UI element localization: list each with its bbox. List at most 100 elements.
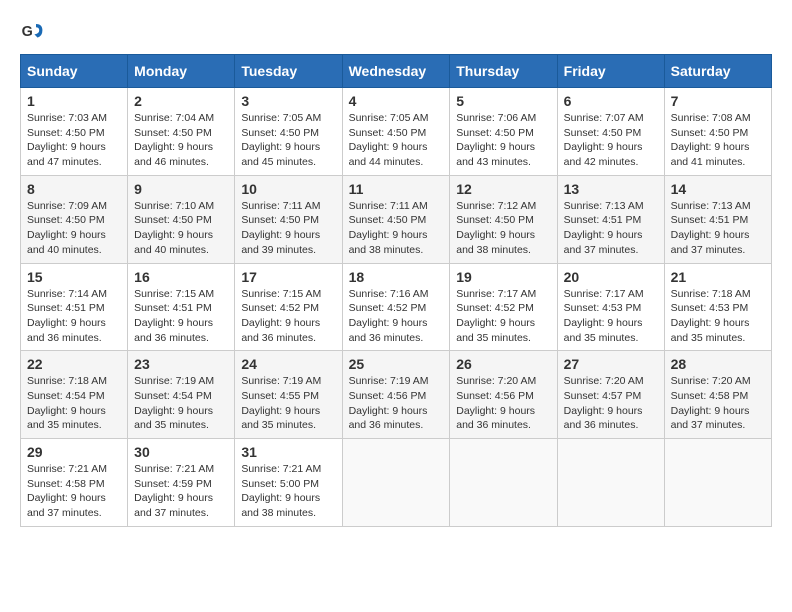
calendar-header-monday: Monday xyxy=(128,55,235,88)
calendar-cell: 28Sunrise: 7:20 AM Sunset: 4:58 PM Dayli… xyxy=(664,351,771,439)
day-number: 14 xyxy=(671,181,765,197)
calendar-header-saturday: Saturday xyxy=(664,55,771,88)
calendar-cell: 20Sunrise: 7:17 AM Sunset: 4:53 PM Dayli… xyxy=(557,263,664,351)
calendar-week-row: 8 Sunrise: 7:09 AM Sunset: 4:50 PM Daylig… xyxy=(21,175,772,263)
day-info: Sunrise: 7:17 AM Sunset: 4:52 PM Dayligh… xyxy=(456,287,550,346)
day-info: Sunrise: 7:06 AM Sunset: 4:50 PM Dayligh… xyxy=(456,111,550,170)
day-number: 10 xyxy=(241,181,335,197)
calendar-cell: 27Sunrise: 7:20 AM Sunset: 4:57 PM Dayli… xyxy=(557,351,664,439)
day-info: Sunrise: 7:16 AM Sunset: 4:52 PM Dayligh… xyxy=(349,287,444,346)
calendar-cell: 15 Sunrise: 7:14 AM Sunset: 4:51 PM Dayli… xyxy=(21,263,128,351)
day-number: 7 xyxy=(671,93,765,109)
calendar-cell: 13 Sunrise: 7:13 AM Sunset: 4:51 PM Dayli… xyxy=(557,175,664,263)
day-number: 5 xyxy=(456,93,550,109)
day-info: Sunrise: 7:08 AM Sunset: 4:50 PM Dayligh… xyxy=(671,111,765,170)
day-number: 19 xyxy=(456,269,550,285)
day-info: Sunrise: 7:18 AM Sunset: 4:53 PM Dayligh… xyxy=(671,287,765,346)
day-info: Sunrise: 7:12 AM Sunset: 4:50 PM Dayligh… xyxy=(456,199,550,258)
page-header: G xyxy=(20,20,772,44)
calendar-cell xyxy=(664,439,771,527)
calendar-cell: 30Sunrise: 7:21 AM Sunset: 4:59 PM Dayli… xyxy=(128,439,235,527)
calendar-cell: 10 Sunrise: 7:11 AM Sunset: 4:50 PM Dayli… xyxy=(235,175,342,263)
calendar-cell xyxy=(557,439,664,527)
day-info: Sunrise: 7:07 AM Sunset: 4:50 PM Dayligh… xyxy=(564,111,658,170)
calendar-cell: 2 Sunrise: 7:04 AM Sunset: 4:50 PM Daylig… xyxy=(128,88,235,176)
day-info: Sunrise: 7:14 AM Sunset: 4:51 PM Dayligh… xyxy=(27,287,121,346)
day-number: 30 xyxy=(134,444,228,460)
day-number: 23 xyxy=(134,356,228,372)
calendar-cell: 23 Sunrise: 7:19 AM Sunset: 4:54 PM Dayli… xyxy=(128,351,235,439)
day-number: 6 xyxy=(564,93,658,109)
day-info: Sunrise: 7:04 AM Sunset: 4:50 PM Dayligh… xyxy=(134,111,228,170)
day-number: 17 xyxy=(241,269,335,285)
calendar-cell: 14 Sunrise: 7:13 AM Sunset: 4:51 PM Dayli… xyxy=(664,175,771,263)
day-info: Sunrise: 7:03 AM Sunset: 4:50 PM Dayligh… xyxy=(27,111,121,170)
day-number: 12 xyxy=(456,181,550,197)
calendar-cell: 7 Sunrise: 7:08 AM Sunset: 4:50 PM Daylig… xyxy=(664,88,771,176)
day-info: Sunrise: 7:09 AM Sunset: 4:50 PM Dayligh… xyxy=(27,199,121,258)
day-number: 25 xyxy=(349,356,444,372)
calendar-cell: 3 Sunrise: 7:05 AM Sunset: 4:50 PM Daylig… xyxy=(235,88,342,176)
day-info: Sunrise: 7:11 AM Sunset: 4:50 PM Dayligh… xyxy=(241,199,335,258)
day-number: 16 xyxy=(134,269,228,285)
logo: G xyxy=(20,20,48,44)
day-info: Sunrise: 7:18 AM Sunset: 4:54 PM Dayligh… xyxy=(27,374,121,433)
calendar-cell: 18 Sunrise: 7:16 AM Sunset: 4:52 PM Dayli… xyxy=(342,263,450,351)
calendar-cell: 16 Sunrise: 7:15 AM Sunset: 4:51 PM Dayli… xyxy=(128,263,235,351)
day-info: Sunrise: 7:19 AM Sunset: 4:56 PM Dayligh… xyxy=(349,374,444,433)
day-number: 9 xyxy=(134,181,228,197)
calendar-header-row: SundayMondayTuesdayWednesdayThursdayFrid… xyxy=(21,55,772,88)
day-number: 18 xyxy=(349,269,444,285)
day-info: Sunrise: 7:19 AM Sunset: 4:55 PM Dayligh… xyxy=(241,374,335,433)
calendar-cell: 24 Sunrise: 7:19 AM Sunset: 4:55 PM Dayli… xyxy=(235,351,342,439)
calendar-cell: 1 Sunrise: 7:03 AM Sunset: 4:50 PM Daylig… xyxy=(21,88,128,176)
calendar-week-row: 29Sunrise: 7:21 AM Sunset: 4:58 PM Dayli… xyxy=(21,439,772,527)
day-info: Sunrise: 7:15 AM Sunset: 4:51 PM Dayligh… xyxy=(134,287,228,346)
day-info: Sunrise: 7:17 AM Sunset: 4:53 PM Dayligh… xyxy=(564,287,658,346)
calendar-cell: 12 Sunrise: 7:12 AM Sunset: 4:50 PM Dayli… xyxy=(450,175,557,263)
day-number: 3 xyxy=(241,93,335,109)
day-number: 11 xyxy=(349,181,444,197)
day-info: Sunrise: 7:21 AM Sunset: 4:58 PM Dayligh… xyxy=(27,462,121,521)
calendar-cell: 25 Sunrise: 7:19 AM Sunset: 4:56 PM Dayli… xyxy=(342,351,450,439)
day-info: Sunrise: 7:10 AM Sunset: 4:50 PM Dayligh… xyxy=(134,199,228,258)
calendar-cell: 22Sunrise: 7:18 AM Sunset: 4:54 PM Dayli… xyxy=(21,351,128,439)
calendar-header-friday: Friday xyxy=(557,55,664,88)
calendar-header-tuesday: Tuesday xyxy=(235,55,342,88)
calendar-cell: 31Sunrise: 7:21 AM Sunset: 5:00 PM Dayli… xyxy=(235,439,342,527)
calendar-header-wednesday: Wednesday xyxy=(342,55,450,88)
day-info: Sunrise: 7:13 AM Sunset: 4:51 PM Dayligh… xyxy=(671,199,765,258)
day-info: Sunrise: 7:15 AM Sunset: 4:52 PM Dayligh… xyxy=(241,287,335,346)
calendar-cell: 21 Sunrise: 7:18 AM Sunset: 4:53 PM Dayli… xyxy=(664,263,771,351)
day-number: 2 xyxy=(134,93,228,109)
day-number: 21 xyxy=(671,269,765,285)
day-number: 1 xyxy=(27,93,121,109)
day-number: 8 xyxy=(27,181,121,197)
calendar-cell xyxy=(342,439,450,527)
day-number: 28 xyxy=(671,356,765,372)
day-info: Sunrise: 7:19 AM Sunset: 4:54 PM Dayligh… xyxy=(134,374,228,433)
calendar-cell: 11 Sunrise: 7:11 AM Sunset: 4:50 PM Dayli… xyxy=(342,175,450,263)
calendar-cell: 6 Sunrise: 7:07 AM Sunset: 4:50 PM Daylig… xyxy=(557,88,664,176)
calendar-week-row: 1 Sunrise: 7:03 AM Sunset: 4:50 PM Daylig… xyxy=(21,88,772,176)
calendar-cell xyxy=(450,439,557,527)
calendar-cell: 17 Sunrise: 7:15 AM Sunset: 4:52 PM Dayli… xyxy=(235,263,342,351)
day-number: 26 xyxy=(456,356,550,372)
day-info: Sunrise: 7:20 AM Sunset: 4:56 PM Dayligh… xyxy=(456,374,550,433)
calendar-cell: 26 Sunrise: 7:20 AM Sunset: 4:56 PM Dayli… xyxy=(450,351,557,439)
calendar-header-sunday: Sunday xyxy=(21,55,128,88)
svg-text:G: G xyxy=(22,24,33,40)
calendar-table: SundayMondayTuesdayWednesdayThursdayFrid… xyxy=(20,54,772,527)
calendar-cell: 9 Sunrise: 7:10 AM Sunset: 4:50 PM Daylig… xyxy=(128,175,235,263)
calendar-header-thursday: Thursday xyxy=(450,55,557,88)
day-number: 27 xyxy=(564,356,658,372)
day-number: 13 xyxy=(564,181,658,197)
calendar-cell: 5 Sunrise: 7:06 AM Sunset: 4:50 PM Daylig… xyxy=(450,88,557,176)
day-info: Sunrise: 7:11 AM Sunset: 4:50 PM Dayligh… xyxy=(349,199,444,258)
day-info: Sunrise: 7:13 AM Sunset: 4:51 PM Dayligh… xyxy=(564,199,658,258)
calendar-cell: 4Sunrise: 7:05 AM Sunset: 4:50 PM Daylig… xyxy=(342,88,450,176)
day-number: 15 xyxy=(27,269,121,285)
day-info: Sunrise: 7:05 AM Sunset: 4:50 PM Dayligh… xyxy=(349,111,444,170)
day-info: Sunrise: 7:05 AM Sunset: 4:50 PM Dayligh… xyxy=(241,111,335,170)
day-number: 24 xyxy=(241,356,335,372)
